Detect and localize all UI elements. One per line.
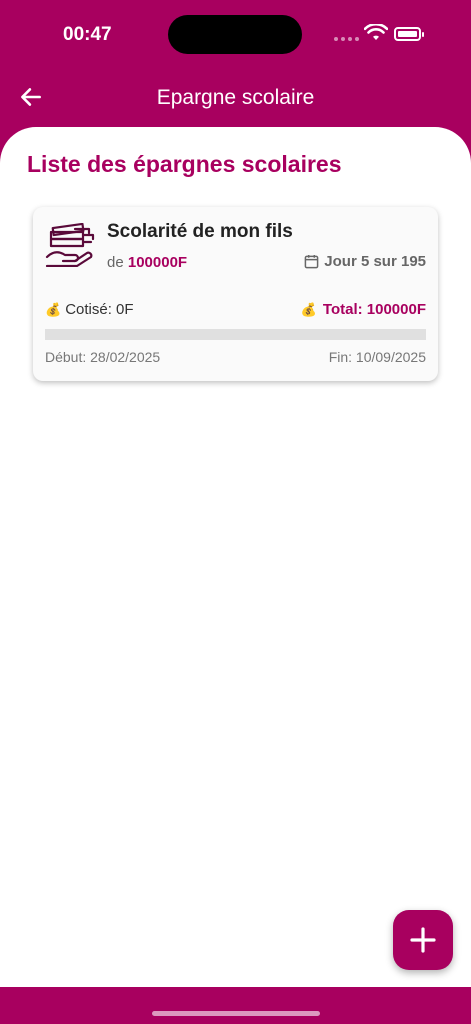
total: 💰 Total: 100000F xyxy=(301,301,426,318)
battery-icon xyxy=(394,27,424,41)
plus-icon xyxy=(410,927,436,953)
calendar-icon xyxy=(304,254,319,269)
money-bag-icon: 💰 xyxy=(45,301,62,317)
home-indicator[interactable] xyxy=(152,1011,320,1016)
amount-value: 100000F xyxy=(127,254,188,271)
day-progress-text: Jour 5 sur 195 xyxy=(324,253,426,270)
total-text: Total: 100000F xyxy=(322,301,426,318)
saving-title: Scolarité de mon fils xyxy=(107,221,293,242)
amount-prefix: de xyxy=(107,254,124,271)
saving-dates: Début: 28/02/2025 Fin: 10/09/2025 xyxy=(45,349,426,365)
signal-icon xyxy=(334,37,359,41)
saving-progress-bar xyxy=(45,329,426,340)
wifi-icon xyxy=(364,24,388,40)
start-date: Début: 28/02/2025 xyxy=(45,349,161,365)
money-bag-icon: 💰 xyxy=(300,301,317,317)
page-title: Epargne scolaire xyxy=(156,86,315,109)
saving-amount: de 100000F xyxy=(107,254,187,271)
bottom-bar xyxy=(0,987,471,1024)
content-sheet: Liste des épargnes scolaires Scolarité d… xyxy=(0,127,471,987)
contributed: 💰 Cotisé: 0F xyxy=(45,301,134,318)
dynamic-island xyxy=(168,15,302,54)
section-title: Liste des épargnes scolaires xyxy=(27,151,342,177)
saving-card[interactable]: Scolarité de mon fils de 100000F Jour 5 … xyxy=(33,207,438,381)
money-hand-icon xyxy=(45,223,95,267)
status-time: 00:47 xyxy=(63,24,112,45)
day-progress: Jour 5 sur 195 xyxy=(304,253,426,270)
contributed-text: Cotisé: 0F xyxy=(65,301,134,318)
add-saving-button[interactable] xyxy=(393,910,453,970)
end-date: Fin: 10/09/2025 xyxy=(328,349,426,365)
